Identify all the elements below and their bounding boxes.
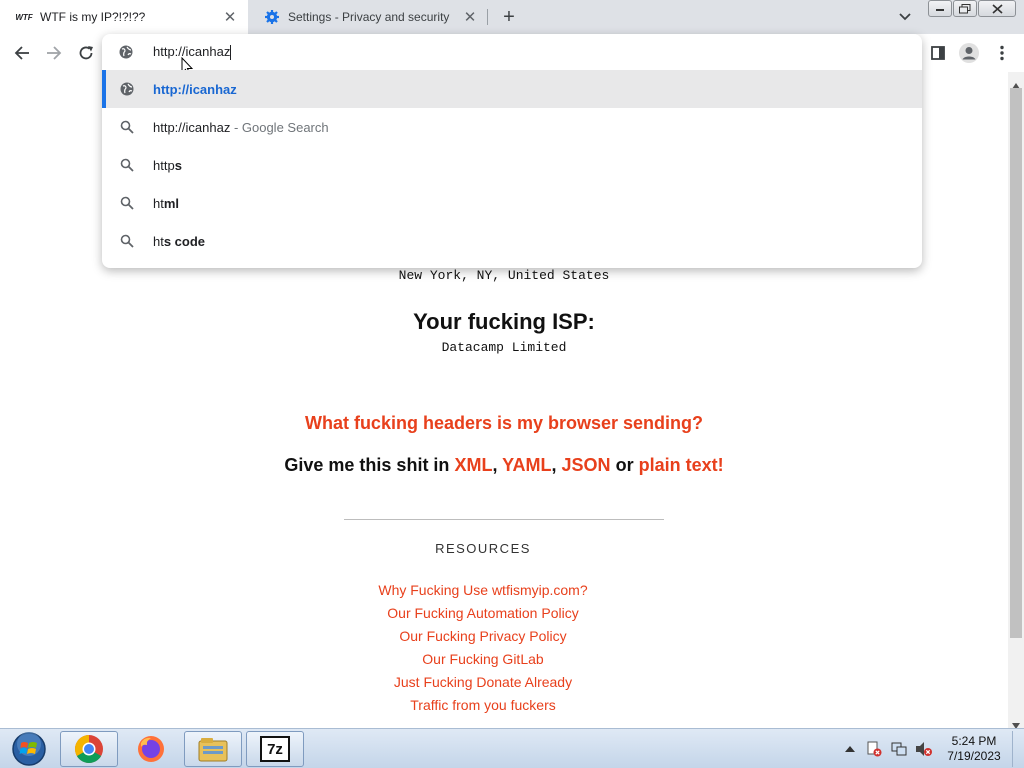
location-value: New York, NY, United States — [398, 268, 610, 283]
side-panel-button[interactable] — [926, 41, 950, 65]
globe-icon — [118, 44, 134, 65]
tab-separator — [487, 9, 488, 25]
suggestion-text: ht — [153, 233, 164, 249]
formats-line: Give me this shit in XML, YAML, JSON or … — [284, 455, 724, 475]
plain-text-link[interactable]: plain text! — [639, 455, 724, 475]
back-arrow-icon — [14, 46, 29, 60]
search-icon — [118, 118, 136, 136]
suggestion-item[interactable]: http://icanhaz - Google Search — [102, 108, 922, 146]
suggestion-bold: s code — [163, 233, 206, 249]
show-hidden-icons-button[interactable] — [843, 731, 857, 767]
omnibox-dropdown: http://icanhaz http://icanhaz http://ica… — [102, 34, 922, 268]
chrome-icon — [75, 735, 103, 763]
search-icon — [118, 194, 136, 212]
suggestion-text: http://icanhaz — [153, 119, 231, 135]
taskbar-firefox[interactable] — [122, 731, 180, 767]
tab-title: WTF is my IP?!?!?? — [40, 10, 146, 24]
resource-links: Why Fucking Use wtfismyip.com? Our Fucki… — [0, 579, 987, 717]
suggestion-item[interactable]: ht s code — [102, 222, 922, 260]
profile-avatar-icon — [959, 43, 979, 63]
resources-heading: RESOURCES — [435, 541, 531, 556]
action-center-icon[interactable] — [864, 731, 884, 767]
suggestion-bold: ml — [163, 195, 180, 211]
forward-arrow-icon — [47, 46, 62, 60]
text-cursor — [230, 45, 232, 61]
globe-icon — [118, 80, 136, 98]
suggestion-item[interactable]: http://icanhaz — [102, 70, 922, 108]
suggestion-suffix: - Google Search — [230, 119, 329, 135]
tab-strip: WTF WTF is my IP?!?!?? ✕ Settings - Priv… — [0, 0, 1024, 34]
scrollbar-thumb[interactable] — [1010, 88, 1022, 638]
resource-link[interactable]: Just Fucking Donate Already — [0, 671, 987, 694]
suggestion-item[interactable]: ht ml — [102, 184, 922, 222]
address-bar[interactable]: http://icanhaz — [102, 34, 922, 77]
restore-button[interactable] — [953, 0, 977, 17]
tab-title: Settings - Privacy and security — [288, 10, 450, 24]
side-panel-icon — [931, 46, 945, 60]
yaml-link[interactable]: YAML — [502, 455, 551, 475]
menu-button[interactable] — [990, 41, 1014, 65]
suggestion-text: ht — [153, 195, 164, 211]
system-clock[interactable]: 5:24 PM 7/19/2023 — [938, 731, 1010, 767]
tab-wtf-is-my-ip[interactable]: WTF WTF is my IP?!?!?? ✕ — [0, 0, 248, 34]
close-tab-icon[interactable]: ✕ — [222, 9, 238, 26]
kebab-menu-icon — [1000, 45, 1004, 61]
file-explorer-icon — [198, 738, 228, 762]
reload-button[interactable] — [74, 41, 98, 65]
volume-muted-icon[interactable] — [914, 731, 934, 767]
formats-or: or — [615, 455, 634, 475]
headers-link[interactable]: What fucking headers is my browser sendi… — [305, 413, 703, 433]
suggestion-text: http — [153, 157, 175, 173]
clock-time: 5:24 PM — [951, 734, 997, 748]
divider — [344, 519, 664, 520]
window-close-button[interactable] — [978, 0, 1016, 17]
firefox-icon — [138, 736, 164, 762]
taskbar-7zip[interactable]: 7z — [246, 731, 304, 767]
formats-prefix: Give me this shit in — [284, 455, 450, 475]
search-icon — [118, 232, 136, 250]
settings-gear-icon — [264, 9, 280, 25]
clock-date: 7/19/2023 — [947, 749, 1001, 763]
start-button[interactable] — [2, 731, 56, 767]
windows-start-orb-icon — [12, 732, 46, 766]
taskbar-chrome[interactable] — [60, 731, 118, 767]
json-link[interactable]: JSON — [562, 455, 611, 475]
close-tab-icon[interactable]: ✕ — [462, 9, 478, 26]
reload-icon — [79, 46, 93, 60]
back-button[interactable] — [10, 41, 34, 65]
resource-link[interactable]: Why Fucking Use wtfismyip.com? — [0, 579, 987, 602]
resource-link[interactable]: Traffic from you fuckers — [0, 694, 987, 717]
minimize-button[interactable] — [928, 0, 952, 17]
tab-settings[interactable]: Settings - Privacy and security ✕ — [248, 0, 488, 34]
new-tab-button[interactable]: + — [497, 6, 521, 28]
suggestion-item[interactable]: http s — [102, 146, 922, 184]
resource-link[interactable]: Our Fucking Privacy Policy — [0, 625, 987, 648]
windows-taskbar: 7z 5:24 PM 7/19/2023 — [0, 728, 1024, 768]
vertical-scrollbar[interactable] — [1008, 72, 1024, 729]
forward-button[interactable] — [42, 41, 66, 65]
7zip-icon: 7z — [260, 736, 290, 762]
tab-search-chevron-icon[interactable] — [895, 8, 915, 26]
resource-link[interactable]: Our Fucking Automation Policy — [0, 602, 987, 625]
suggestion-bold: s — [174, 157, 182, 173]
xml-link[interactable]: XML — [454, 455, 492, 475]
suggestion-text: http://icanhaz — [153, 81, 237, 97]
isp-heading: Your fucking ISP: — [413, 309, 595, 334]
wtf-favicon-icon: WTF — [15, 12, 33, 22]
search-icon — [118, 156, 136, 174]
resource-link[interactable]: Our Fucking GitLab — [0, 648, 987, 671]
show-desktop-button[interactable] — [1012, 731, 1024, 767]
taskbar-file-explorer[interactable] — [184, 731, 242, 767]
profile-button[interactable] — [957, 41, 981, 65]
network-icon[interactable] — [889, 731, 909, 767]
isp-value: Datacamp Limited — [441, 340, 567, 355]
tray-chevron-up-icon — [845, 746, 855, 752]
